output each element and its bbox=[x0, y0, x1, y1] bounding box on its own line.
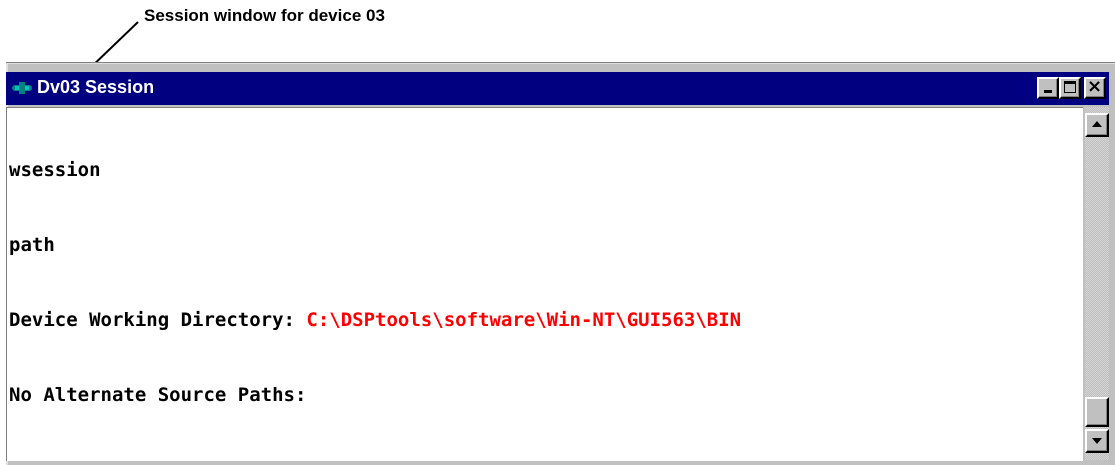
scroll-down-button[interactable] bbox=[1085, 429, 1109, 453]
scrollbar-thumb[interactable] bbox=[1085, 397, 1109, 427]
arrow-up-icon bbox=[1092, 121, 1102, 127]
console-line: path bbox=[9, 234, 55, 256]
console-output: wsession path Device Working Directory: … bbox=[9, 108, 741, 458]
working-directory-label: Device Working Directory: bbox=[9, 309, 307, 331]
console-line: wsession bbox=[9, 159, 101, 181]
arrow-down-icon bbox=[1092, 438, 1102, 444]
minimize-button[interactable] bbox=[1037, 77, 1059, 99]
device-session-icon bbox=[12, 82, 32, 94]
vertical-scrollbar[interactable] bbox=[1085, 107, 1109, 460]
window-title: Dv03 Session bbox=[37, 77, 155, 97]
scroll-up-button[interactable] bbox=[1085, 113, 1109, 137]
close-icon: × bbox=[1087, 76, 1103, 97]
close-button[interactable]: × bbox=[1084, 76, 1106, 99]
title-bar[interactable]: Dv03 Session × bbox=[6, 72, 1109, 105]
minimize-icon bbox=[1044, 90, 1052, 93]
window-right-edge bbox=[1109, 72, 1115, 465]
console-line: No Alternate Source Paths: bbox=[9, 384, 307, 406]
console-line: Device Working Directory: C:\DSPtools\so… bbox=[9, 308, 741, 333]
callout-label: Session window for device 03 bbox=[144, 6, 385, 25]
maximize-icon bbox=[1064, 81, 1076, 93]
working-directory-path: C:\DSPtools\software\Win-NT\GUI563\BIN bbox=[306, 309, 742, 331]
session-console[interactable]: wsession path Device Working Directory: … bbox=[6, 107, 1083, 461]
maximize-button[interactable] bbox=[1059, 77, 1081, 99]
